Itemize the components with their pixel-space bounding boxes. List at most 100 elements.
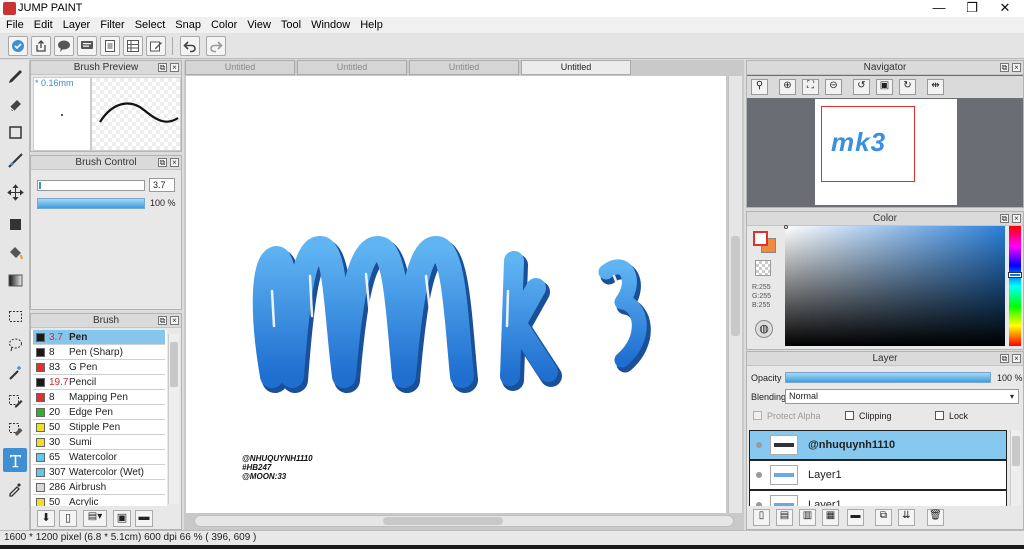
menu-edit[interactable]: Edit bbox=[34, 19, 53, 31]
brush-list-scrollbar[interactable] bbox=[168, 334, 179, 504]
protect-alpha-checkbox[interactable] bbox=[753, 411, 762, 420]
brush-list-item[interactable]: 65 Watercolor bbox=[33, 450, 165, 465]
lasso-tool-icon[interactable] bbox=[3, 332, 27, 356]
eyedropper-tool-icon[interactable] bbox=[3, 476, 27, 500]
line-tool-icon[interactable] bbox=[3, 148, 27, 172]
menu-layer[interactable]: Layer bbox=[63, 19, 91, 31]
new-layer-8bit-icon[interactable]: ▤ bbox=[776, 509, 793, 526]
panel-float-icon[interactable]: ⧉ bbox=[1000, 354, 1009, 363]
vertical-scrollbar[interactable] bbox=[728, 76, 742, 513]
brush-list-item[interactable]: 50 Stipple Pen bbox=[33, 420, 165, 435]
brush-list-item[interactable]: 3.7 Pen bbox=[33, 330, 165, 345]
hue-slider-handle[interactable] bbox=[1008, 272, 1022, 278]
halftone-layer-icon[interactable]: ▦ bbox=[822, 509, 839, 526]
comment-icon[interactable] bbox=[54, 36, 74, 56]
zoom-in-icon[interactable]: ⊕ bbox=[779, 79, 796, 95]
menu-view[interactable]: View bbox=[247, 19, 271, 31]
new-brush-icon[interactable]: ▯ bbox=[59, 510, 77, 527]
panel-float-icon[interactable]: ⧉ bbox=[158, 63, 167, 72]
brush-list-item[interactable]: 20 Edge Pen bbox=[33, 405, 165, 420]
brush-settings-icon[interactable]: ▣ bbox=[113, 510, 131, 527]
zoom-out-icon[interactable]: ⊖ bbox=[825, 79, 842, 95]
edit-icon[interactable] bbox=[146, 36, 166, 56]
select-rectangle-tool-icon[interactable] bbox=[3, 304, 27, 328]
menu-window[interactable]: Window bbox=[311, 19, 350, 31]
flip-icon[interactable]: ⇹ bbox=[927, 79, 944, 95]
layer-row[interactable]: Layer1 bbox=[749, 460, 1007, 490]
bucket-tool-icon[interactable] bbox=[3, 240, 27, 264]
panel-float-icon[interactable]: ⧉ bbox=[158, 316, 167, 325]
layer-visibility-icon[interactable] bbox=[756, 472, 762, 478]
panel-close-icon[interactable]: × bbox=[1012, 63, 1021, 72]
doc-tab[interactable]: Untitled bbox=[409, 60, 519, 75]
panel-float-icon[interactable]: ⧉ bbox=[1000, 63, 1009, 72]
brush-list-item[interactable]: 8 Mapping Pen bbox=[33, 390, 165, 405]
menu-tool[interactable]: Tool bbox=[281, 19, 301, 31]
redo-icon[interactable] bbox=[206, 36, 226, 56]
brush-folder-icon[interactable]: ▬ bbox=[135, 510, 153, 527]
grid-icon[interactable] bbox=[123, 36, 143, 56]
community-icon[interactable] bbox=[8, 36, 28, 56]
layer-list-scrollbar[interactable] bbox=[1010, 430, 1021, 506]
doc-tab-active[interactable]: Untitled bbox=[521, 60, 631, 75]
chat-icon[interactable] bbox=[77, 36, 97, 56]
brush-list-item[interactable]: 50 Acrylic bbox=[33, 495, 165, 506]
menu-file[interactable]: File bbox=[6, 19, 24, 31]
rotate-left-icon[interactable]: ↺ bbox=[853, 79, 870, 95]
menu-color[interactable]: Color bbox=[211, 19, 237, 31]
brush-list-item[interactable]: 30 Sumi bbox=[33, 435, 165, 450]
brush-list-scroll-thumb[interactable] bbox=[170, 342, 178, 387]
text-tool-icon[interactable] bbox=[3, 448, 27, 472]
gradient-tool-icon[interactable] bbox=[3, 268, 27, 292]
layer-visibility-icon[interactable] bbox=[756, 502, 762, 506]
select-eraser-tool-icon[interactable] bbox=[3, 416, 27, 440]
page-icon[interactable] bbox=[100, 36, 120, 56]
panel-close-icon[interactable]: × bbox=[170, 158, 179, 167]
panel-float-icon[interactable]: ⧉ bbox=[1000, 214, 1009, 223]
brush-list-item[interactable]: 307 Watercolor (Wet) bbox=[33, 465, 165, 480]
brush-size-slider[interactable] bbox=[37, 180, 145, 191]
brush-size-value[interactable]: 3.7 bbox=[149, 178, 175, 192]
menu-select[interactable]: Select bbox=[135, 19, 166, 31]
brush-tool-icon[interactable] bbox=[3, 64, 27, 88]
panel-close-icon[interactable]: × bbox=[170, 316, 179, 325]
transparent-color-swatch[interactable] bbox=[755, 260, 771, 276]
brush-list-item[interactable]: 19.7 Pencil bbox=[33, 375, 165, 390]
brush-menu-icon[interactable]: ▤▾ bbox=[83, 510, 107, 527]
layer-folder-icon[interactable]: ▬ bbox=[847, 509, 864, 526]
foreground-color-swatch[interactable] bbox=[753, 231, 768, 246]
blending-select[interactable]: Normal ▾ bbox=[785, 389, 1019, 404]
brush-list-item[interactable]: 286 Airbrush bbox=[33, 480, 165, 495]
horizontal-scrollbar[interactable] bbox=[194, 515, 734, 527]
upload-icon[interactable] bbox=[31, 36, 51, 56]
brush-list-item[interactable]: 8 Pen (Sharp) bbox=[33, 345, 165, 360]
horizontal-scroll-thumb[interactable] bbox=[383, 517, 503, 525]
brush-list-item[interactable]: 83 G Pen bbox=[33, 360, 165, 375]
zoom-icon[interactable]: ⚲ bbox=[751, 79, 768, 95]
maximize-button[interactable]: ❐ bbox=[955, 0, 989, 17]
saturation-value-picker[interactable] bbox=[784, 225, 1005, 346]
brush-opacity-slider[interactable] bbox=[37, 198, 145, 209]
new-layer-icon[interactable]: ▯ bbox=[753, 509, 770, 526]
panel-close-icon[interactable]: × bbox=[1012, 214, 1021, 223]
palette-icon[interactable]: ◍ bbox=[755, 320, 773, 338]
rectangle-tool-icon[interactable] bbox=[3, 120, 27, 144]
panel-close-icon[interactable]: × bbox=[1012, 354, 1021, 363]
move-tool-icon[interactable] bbox=[3, 180, 27, 204]
magic-wand-tool-icon[interactable] bbox=[3, 360, 27, 384]
color-picker-cursor[interactable] bbox=[784, 225, 788, 229]
fit-screen-icon[interactable]: ⛶ bbox=[802, 79, 819, 95]
rotate-right-icon[interactable]: ↻ bbox=[899, 79, 916, 95]
menu-help[interactable]: Help bbox=[360, 19, 383, 31]
layer-row[interactable]: Layer1 bbox=[749, 490, 1007, 506]
close-button[interactable]: ✕ bbox=[988, 0, 1022, 17]
lock-checkbox[interactable] bbox=[935, 411, 944, 420]
fill-rectangle-tool-icon[interactable] bbox=[3, 212, 27, 236]
layer-visibility-icon[interactable] bbox=[756, 442, 762, 448]
minimize-button[interactable]: — bbox=[922, 0, 956, 17]
undo-icon[interactable] bbox=[180, 36, 200, 56]
hue-slider[interactable] bbox=[1008, 226, 1022, 346]
rotate-reset-icon[interactable]: ▣ bbox=[876, 79, 893, 95]
delete-layer-icon[interactable]: 🗑 bbox=[927, 509, 944, 526]
navigator-thumbnail[interactable]: mk3 bbox=[815, 99, 957, 205]
